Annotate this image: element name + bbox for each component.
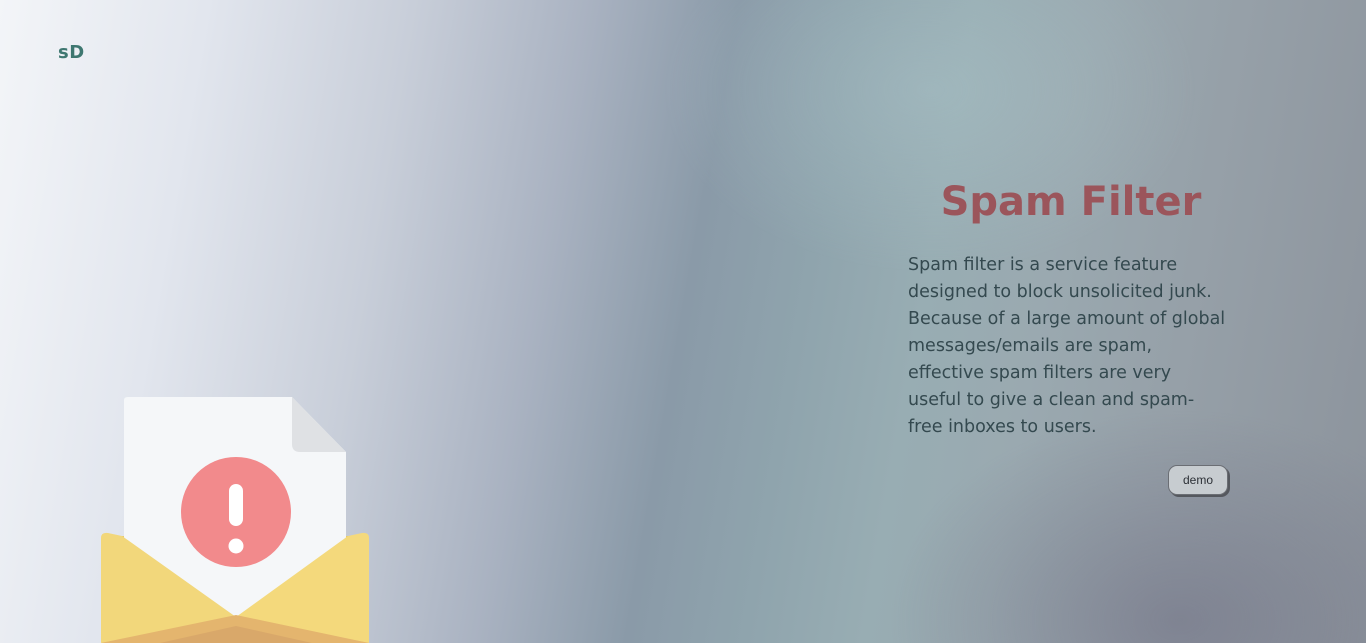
- description-text: Spam filter is a service feature designe…: [908, 255, 1226, 437]
- envelope-alert-icon: [100, 396, 370, 643]
- page-title: Spam Filter: [940, 179, 1202, 225]
- logo[interactable]: sD: [58, 42, 85, 63]
- hero-content: Spam Filter Spam filter is a service fea…: [908, 176, 1238, 441]
- demo-button[interactable]: demo: [1168, 465, 1228, 495]
